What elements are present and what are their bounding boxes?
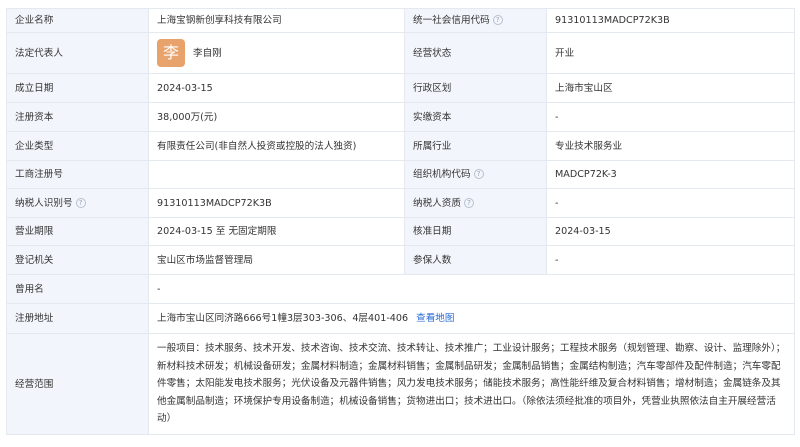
org-code-value: MADCP72K-3: [546, 160, 795, 189]
credit-code-value: 91310113MADCP72K3B: [546, 8, 795, 33]
approval-date-label: 核准日期: [404, 217, 547, 246]
approval-date-value: 2024-03-15: [546, 217, 795, 246]
insured-label: 参保人数: [404, 245, 547, 275]
org-code-label-cell: 组织机构代码?: [404, 160, 547, 189]
district-label: 行政区划: [404, 73, 547, 103]
legal-rep-name[interactable]: 李自刚: [193, 46, 222, 61]
table-row: 企业名称 上海宝钢新创享科技有限公司 统一社会信用代码? 91310113MAD…: [6, 8, 795, 33]
table-row: 经营范围 一般项目：技术服务、技术开发、技术咨询、技术交流、技术转让、技术推广；…: [6, 333, 795, 435]
industry-label: 所属行业: [404, 131, 547, 161]
taxpayer-id-label: 纳税人识别号: [15, 197, 73, 209]
credit-code-label-cell: 统一社会信用代码?: [404, 8, 547, 33]
legal-rep-label: 法定代表人: [6, 32, 149, 74]
founded-label: 成立日期: [6, 73, 149, 103]
credit-code-label: 统一社会信用代码: [413, 15, 490, 26]
reg-capital-value: 38,000万(元): [148, 102, 405, 132]
biz-reg-no-value: [148, 160, 405, 189]
insured-value: -: [546, 245, 795, 275]
taxpayer-qual-label-cell: 纳税人资质?: [404, 188, 547, 218]
avatar: 李: [157, 39, 185, 67]
scope-value: 一般项目：技术服务、技术开发、技术咨询、技术交流、技术转让、技术推广；工业设计服…: [148, 333, 795, 435]
taxpayer-id-label-cell: 纳税人识别号?: [6, 188, 149, 218]
industry-value: 专业技术服务业: [546, 131, 795, 161]
taxpayer-qual-value: -: [546, 188, 795, 218]
company-name-label: 企业名称: [6, 8, 149, 33]
question-circle-icon[interactable]: ?: [473, 169, 484, 179]
table-row: 营业期限 2024-03-15 至 无固定期限 核准日期 2024-03-15: [6, 217, 795, 246]
table-row: 注册地址 上海市宝山区同济路666号1幢3层303-306、4层401-406 查…: [6, 303, 795, 334]
status-label: 经营状态: [404, 32, 547, 74]
founded-value: 2024-03-15: [148, 73, 405, 103]
reg-capital-label: 注册资本: [6, 102, 149, 132]
table-row: 纳税人识别号? 91310113MADCP72K3B 纳税人资质? -: [6, 188, 795, 218]
taxpayer-id-value: 91310113MADCP72K3B: [148, 188, 405, 218]
address-label: 注册地址: [6, 303, 149, 334]
question-circle-icon[interactable]: ?: [492, 15, 503, 25]
former-name-value: -: [148, 274, 795, 304]
paid-capital-label: 实缴资本: [404, 102, 547, 132]
question-circle-icon[interactable]: ?: [463, 197, 474, 208]
company-info-table: 企业名称 上海宝钢新创享科技有限公司 统一社会信用代码? 91310113MAD…: [6, 8, 795, 435]
view-map-link[interactable]: 查看地图: [416, 313, 454, 324]
status-value: 开业: [546, 32, 795, 74]
district-value: 上海市宝山区: [546, 73, 795, 103]
question-circle-icon[interactable]: ?: [75, 197, 86, 208]
biz-reg-no-label: 工商注册号: [6, 160, 149, 189]
reg-authority-label: 登记机关: [6, 245, 149, 275]
scope-label: 经营范围: [6, 333, 149, 435]
company-name-value: 上海宝钢新创享科技有限公司: [148, 8, 405, 33]
taxpayer-qual-label: 纳税人资质: [413, 197, 461, 209]
table-row: 工商注册号 组织机构代码? MADCP72K-3: [6, 160, 795, 189]
legal-rep-cell: 李李自刚: [148, 32, 405, 74]
reg-authority-value: 宝山区市场监督管理局: [148, 245, 405, 275]
table-row: 曾用名 -: [6, 274, 795, 304]
biz-term-value: 2024-03-15 至 无固定期限: [148, 217, 405, 246]
table-row: 登记机关 宝山区市场监督管理局 参保人数 -: [6, 245, 795, 275]
table-row: 企业类型 有限责任公司(非自然人投资或控股的法人独资) 所属行业 专业技术服务业: [6, 131, 795, 161]
address-value: 上海市宝山区同济路666号1幢3层303-306、4层401-406: [157, 313, 409, 324]
address-cell: 上海市宝山区同济路666号1幢3层303-306、4层401-406 查看地图: [148, 303, 795, 334]
table-row: 注册资本 38,000万(元) 实缴资本 -: [6, 102, 795, 132]
org-code-label: 组织机构代码: [413, 169, 471, 180]
table-row: 成立日期 2024-03-15 行政区划 上海市宝山区: [6, 73, 795, 103]
biz-term-label: 营业期限: [6, 217, 149, 246]
table-row: 法定代表人 李李自刚 经营状态 开业: [6, 32, 795, 74]
company-type-label: 企业类型: [6, 131, 149, 161]
former-name-label: 曾用名: [6, 274, 149, 304]
paid-capital-value: -: [546, 102, 795, 132]
company-type-value: 有限责任公司(非自然人投资或控股的法人独资): [148, 131, 405, 161]
